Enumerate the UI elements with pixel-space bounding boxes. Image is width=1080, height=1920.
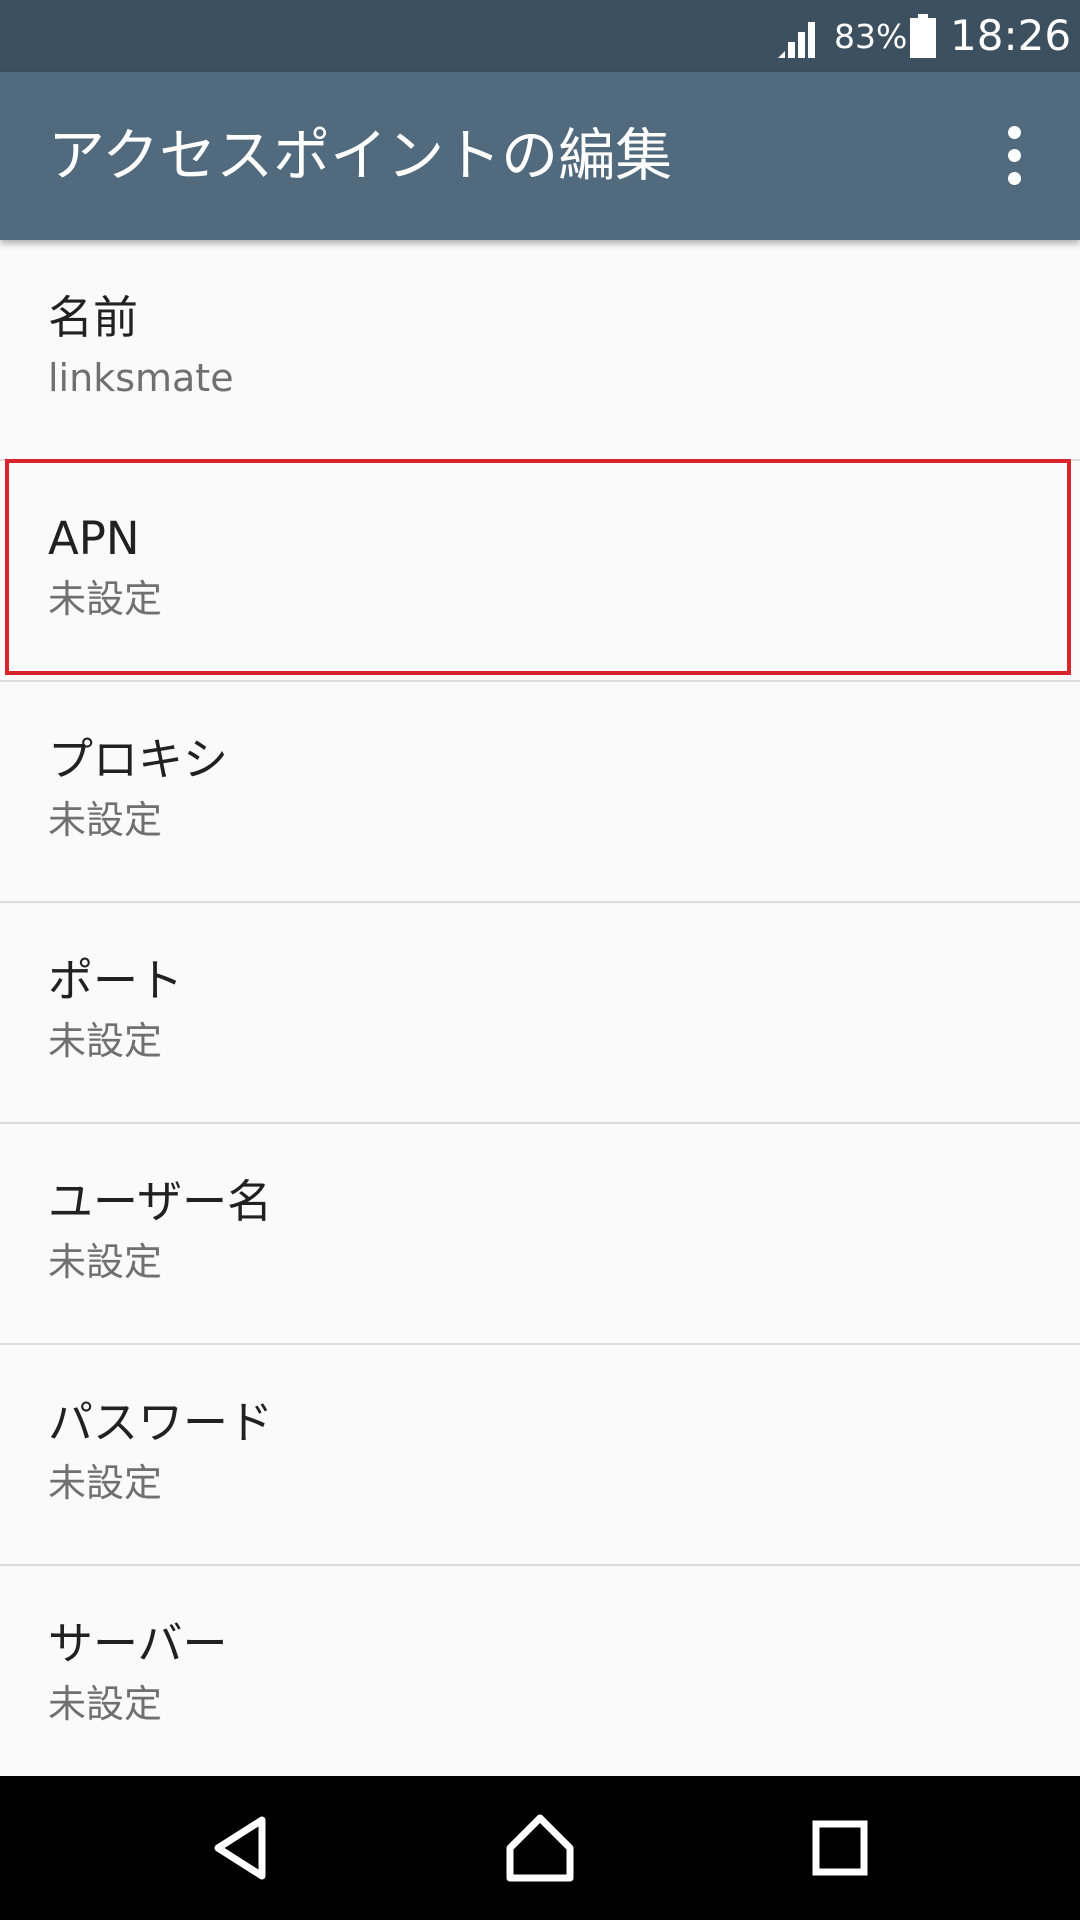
setting-title: ポート bbox=[48, 954, 184, 1007]
status-bar: 83% 18:26 bbox=[0, 0, 1080, 72]
setting-item-port[interactable]: ポート 未設定 bbox=[0, 903, 1080, 1124]
setting-title: 名前 bbox=[48, 291, 139, 344]
setting-title: APN bbox=[48, 512, 140, 565]
setting-value: 未設定 bbox=[48, 798, 163, 842]
setting-value: 未設定 bbox=[48, 1019, 163, 1063]
clock: 18:26 bbox=[950, 11, 1072, 60]
page-title: アクセスポイントの編集 bbox=[48, 123, 673, 189]
more-options-button[interactable] bbox=[990, 118, 1038, 194]
setting-item-password[interactable]: パスワード 未設定 bbox=[0, 1345, 1080, 1566]
battery-icon bbox=[910, 14, 936, 58]
home-icon[interactable] bbox=[500, 1808, 580, 1888]
back-icon[interactable] bbox=[200, 1808, 280, 1888]
setting-title: サーバー bbox=[48, 1617, 228, 1670]
setting-value: 未設定 bbox=[48, 1682, 163, 1726]
setting-item-proxy[interactable]: プロキシ 未設定 bbox=[0, 682, 1080, 903]
setting-value: 未設定 bbox=[48, 1461, 163, 1505]
recents-icon[interactable] bbox=[800, 1808, 880, 1888]
setting-value: linksmate bbox=[48, 356, 234, 400]
signal-icon bbox=[778, 22, 815, 58]
setting-title: パスワード bbox=[48, 1396, 274, 1449]
setting-title: プロキシ bbox=[48, 733, 229, 786]
navigation-bar bbox=[0, 1776, 1080, 1920]
settings-list: 名前 linksmate APN 未設定 プロキシ 未設定 ポート 未設定 ユー… bbox=[0, 240, 1080, 1785]
battery-percent: 83% bbox=[834, 17, 908, 56]
setting-item-username[interactable]: ユーザー名 未設定 bbox=[0, 1124, 1080, 1345]
setting-title: ユーザー名 bbox=[48, 1175, 273, 1228]
setting-item-apn[interactable]: APN 未設定 bbox=[0, 461, 1080, 682]
app-bar: アクセスポイントの編集 bbox=[0, 72, 1080, 240]
setting-value: 未設定 bbox=[48, 1240, 163, 1284]
setting-value: 未設定 bbox=[48, 577, 163, 621]
setting-item-name[interactable]: 名前 linksmate bbox=[0, 240, 1080, 461]
setting-item-server[interactable]: サーバー 未設定 bbox=[0, 1566, 1080, 1785]
